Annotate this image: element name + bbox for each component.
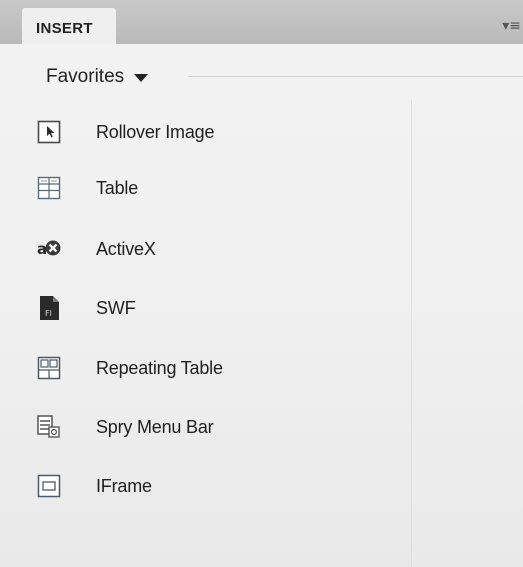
iframe-icon bbox=[36, 473, 62, 499]
table-icon bbox=[36, 175, 62, 201]
item-label: Spry Menu Bar bbox=[96, 416, 214, 437]
item-label: Table bbox=[96, 177, 139, 198]
tab-insert[interactable]: INSERT bbox=[22, 8, 116, 44]
category-dropdown[interactable]: Favorites bbox=[46, 66, 149, 88]
item-label: IFrame bbox=[96, 475, 152, 496]
insert-item-repeating-table[interactable]: Repeating Table bbox=[0, 348, 400, 388]
repeating-table-icon bbox=[36, 355, 62, 381]
divider bbox=[188, 76, 523, 77]
swf-icon: Fl bbox=[36, 295, 62, 321]
spry-menu-bar-icon bbox=[36, 414, 62, 440]
insert-panel: INSERT ▾≡ Favorites Rollover Image Table… bbox=[0, 0, 523, 567]
insert-item-swf[interactable]: Fl SWF bbox=[0, 288, 400, 328]
caret-down-icon bbox=[134, 74, 149, 82]
activex-icon: a bbox=[36, 236, 62, 262]
insert-item-iframe[interactable]: IFrame bbox=[0, 466, 400, 506]
insert-item-table[interactable]: Table bbox=[0, 168, 400, 208]
panel-options-icon[interactable]: ▾≡ bbox=[502, 18, 521, 34]
item-label: Rollover Image bbox=[96, 121, 215, 142]
item-label: ActiveX bbox=[96, 238, 156, 259]
item-label: Repeating Table bbox=[96, 357, 223, 378]
divider bbox=[411, 100, 412, 567]
rollover-image-icon bbox=[36, 119, 62, 145]
insert-item-activex[interactable]: a ActiveX bbox=[0, 229, 400, 269]
insert-item-spry-menu-bar[interactable]: Spry Menu Bar bbox=[0, 407, 400, 447]
svg-text:Fl: Fl bbox=[45, 309, 52, 318]
category-label: Favorites bbox=[46, 66, 125, 87]
item-label: SWF bbox=[96, 297, 136, 318]
panel-tab-bar: INSERT ▾≡ bbox=[0, 0, 523, 44]
insert-item-rollover-image[interactable]: Rollover Image bbox=[0, 112, 400, 152]
